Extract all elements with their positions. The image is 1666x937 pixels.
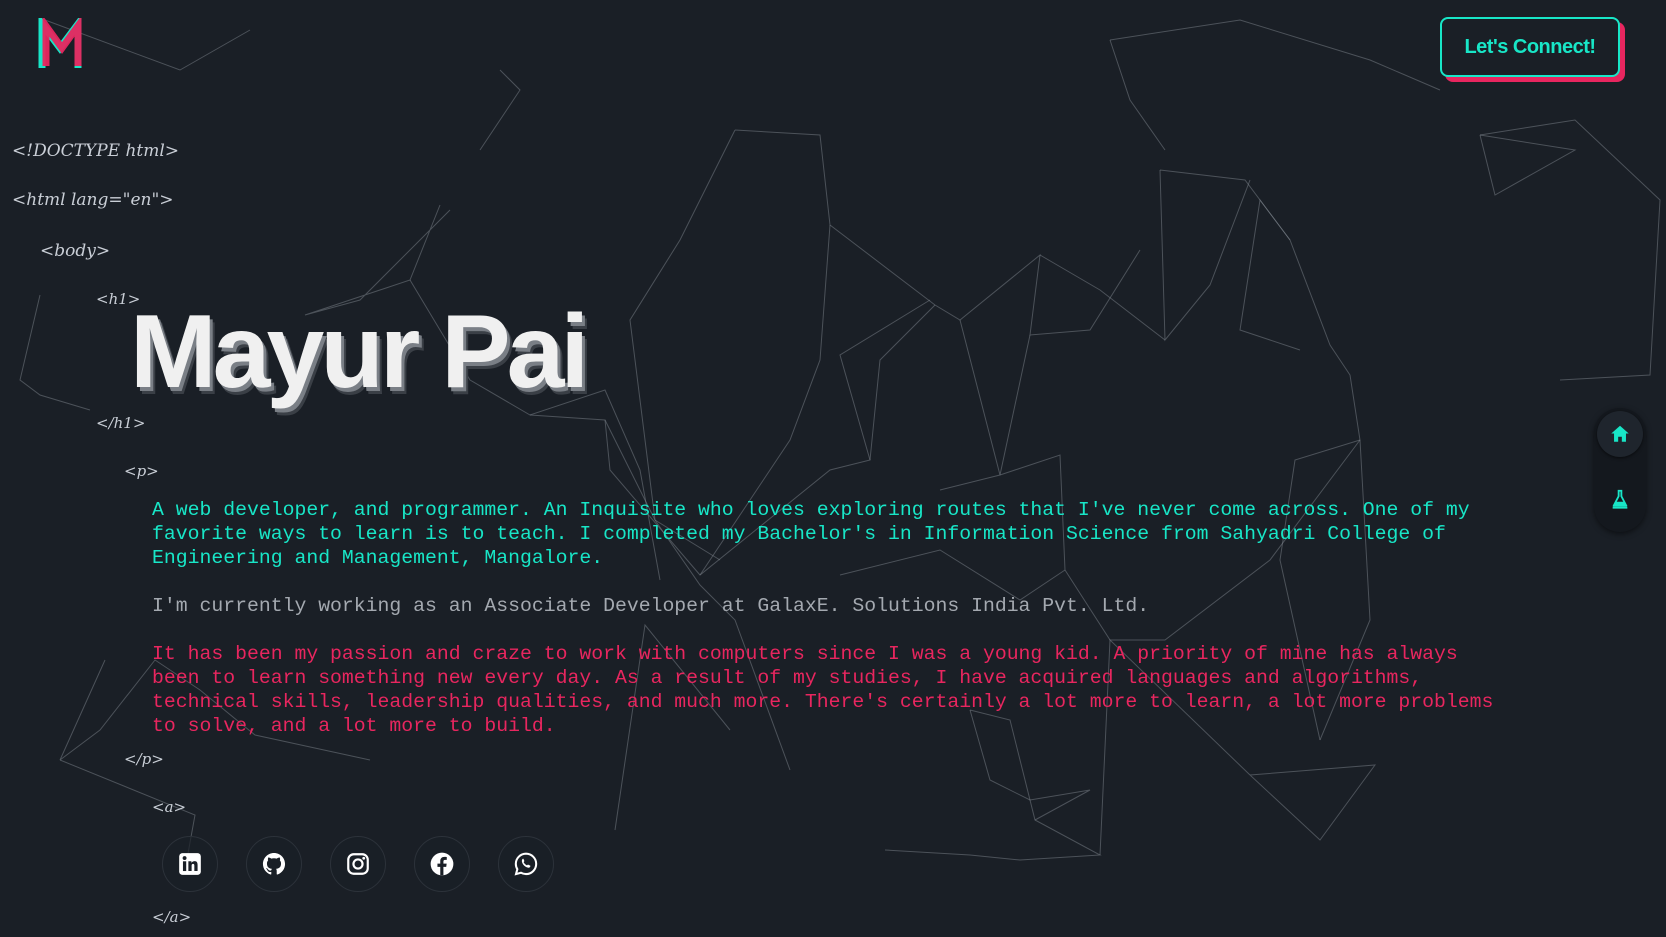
about-paragraph-work: I'm currently working as an Associate De… [152, 595, 1150, 617]
hero-name: Mayur Pai [130, 294, 589, 410]
a-open-tag: <a> [152, 798, 187, 816]
facebook-icon [430, 852, 454, 876]
social-links [162, 836, 554, 892]
about-paragraph-passion: It has been my passion and craze to work… [152, 643, 1494, 737]
home-icon [1611, 425, 1629, 442]
doctype-tag: <!DOCTYPE html> [12, 141, 180, 161]
a-close-tag: </a> [152, 908, 192, 926]
nav-projects-button[interactable] [1597, 476, 1643, 522]
about-paragraph-intro: A web developer, and programmer. An Inqu… [152, 499, 1470, 569]
p-close-tag: </p> [124, 750, 164, 768]
whatsapp-icon [514, 852, 538, 876]
background-network [19, 19, 1661, 871]
linkedin-link[interactable] [162, 836, 218, 892]
p-open-tag: <p> [124, 462, 159, 480]
linkedin-icon [179, 853, 201, 875]
instagram-icon [347, 853, 369, 875]
nav-home-button[interactable] [1597, 411, 1643, 457]
lets-connect-button[interactable]: Let's Connect! [1440, 17, 1620, 77]
h1-close-tag: </h1> [96, 414, 146, 432]
flask-icon [1612, 489, 1628, 509]
body-tag: <body> [40, 241, 111, 261]
whatsapp-link[interactable] [498, 836, 554, 892]
html-tag: <html lang="en"> [12, 190, 174, 210]
instagram-link[interactable] [330, 836, 386, 892]
side-navigation [1594, 408, 1646, 532]
facebook-link[interactable] [414, 836, 470, 892]
github-link[interactable] [246, 836, 302, 892]
logo[interactable] [38, 18, 82, 72]
github-icon [262, 852, 286, 875]
